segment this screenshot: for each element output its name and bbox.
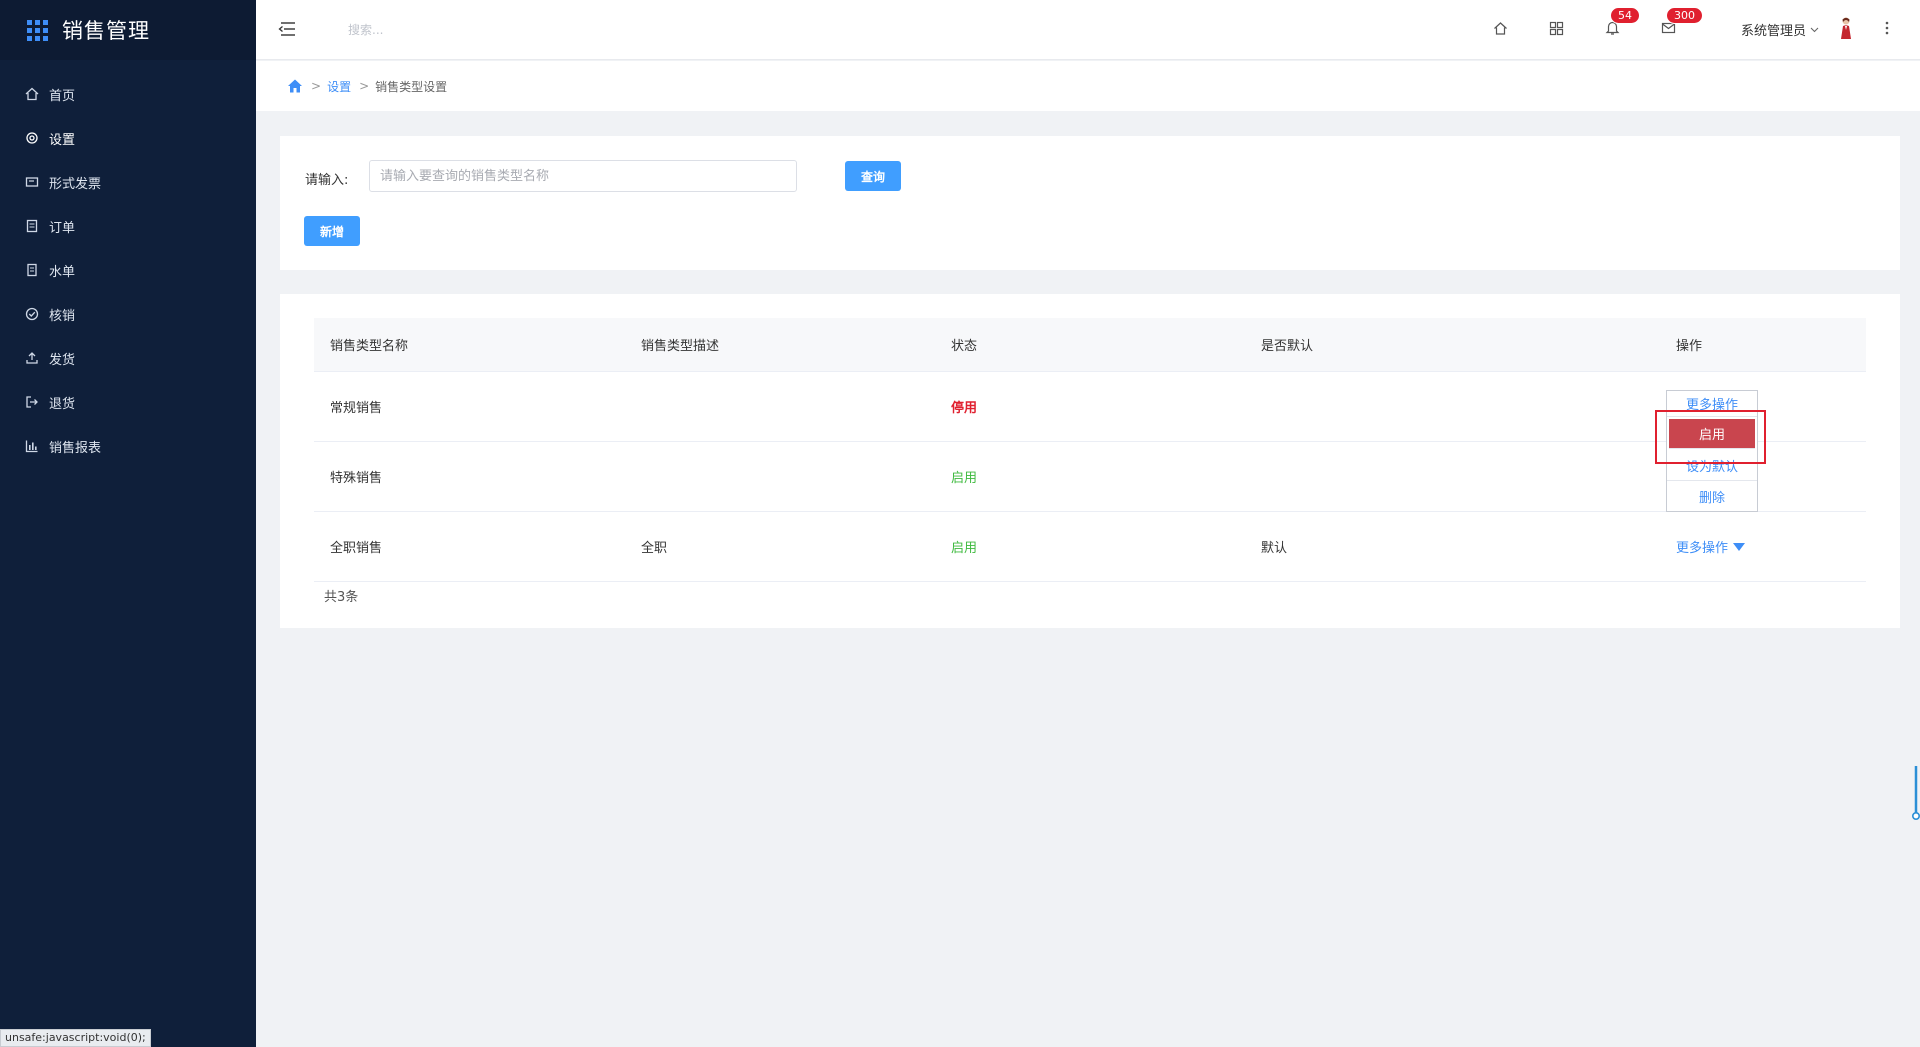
sidebar: 销售管理 首页 设置 形式发票 订单 水单 核销 发货 退货 销售报表 unsa… xyxy=(0,0,256,1047)
home-icon[interactable] xyxy=(1490,18,1510,38)
set-default-menu-item[interactable]: 设为默认 xyxy=(1667,451,1757,481)
app-grid-icon xyxy=(27,19,48,41)
brand: 销售管理 xyxy=(0,0,256,60)
query-label: 请输入: xyxy=(305,173,349,188)
sidebar-item-return[interactable]: 退货 xyxy=(0,380,256,424)
add-button[interactable]: 新增 xyxy=(304,216,360,246)
breadcrumb-current: 销售类型设置 xyxy=(375,79,448,94)
notification-badge: 54 xyxy=(1610,7,1640,24)
status-badge: 停用 xyxy=(951,401,978,416)
top-header: 搜索... 54 300 系统管理员 xyxy=(256,0,1920,60)
cell-name: 特殊销售 xyxy=(330,471,383,486)
status-badge: 启用 xyxy=(951,541,978,556)
sidebar-menu: 首页 设置 形式发票 订单 水单 核销 发货 退货 销售报表 xyxy=(0,72,256,468)
sidebar-item-label: 退货 xyxy=(49,396,76,412)
caret-down-icon xyxy=(1733,542,1746,551)
enable-menu-item[interactable]: 启用 xyxy=(1669,419,1755,449)
avatar[interactable] xyxy=(1838,16,1854,40)
sidebar-item-label: 销售报表 xyxy=(49,440,102,456)
sidebar-item-label: 订单 xyxy=(49,220,76,236)
column-header-actions: 操作 xyxy=(1676,339,1703,354)
sidebar-item-order[interactable]: 订单 xyxy=(0,204,256,248)
home-icon[interactable] xyxy=(287,78,303,94)
breadcrumb-separator: > xyxy=(311,79,322,93)
query-button[interactable]: 查询 xyxy=(845,161,901,191)
table-header: 销售类型名称 销售类型描述 状态 是否默认 操作 xyxy=(314,318,1866,372)
cell-name: 常规销售 xyxy=(330,401,383,416)
sidebar-item-shipping[interactable]: 发货 xyxy=(0,336,256,380)
sidebar-item-label: 核销 xyxy=(49,308,76,324)
menu-toggle-icon[interactable] xyxy=(278,20,296,38)
user-menu[interactable]: 系统管理员 xyxy=(1741,20,1819,39)
receipt-icon xyxy=(24,263,39,278)
sidebar-item-invoice[interactable]: 形式发票 xyxy=(0,160,256,204)
return-icon xyxy=(24,395,39,410)
cell-name: 全职销售 xyxy=(330,541,383,556)
more-actions-label: 更多操作 xyxy=(1676,541,1729,556)
upload-icon xyxy=(24,351,39,366)
apps-icon[interactable] xyxy=(1546,18,1566,38)
message-badge: 300 xyxy=(1666,7,1703,24)
status-bar-tooltip: unsafe:javascript:void(0); xyxy=(0,1029,151,1047)
table-row: 常规销售 停用 xyxy=(314,372,1866,442)
gear-icon xyxy=(24,131,39,146)
sidebar-item-label: 设置 xyxy=(49,132,76,148)
breadcrumb: > 设置 > 销售类型设置 xyxy=(256,61,1920,111)
sidebar-item-label: 形式发票 xyxy=(49,176,102,192)
sidebar-item-settings[interactable]: 设置 xyxy=(0,116,256,160)
column-header-description: 销售类型描述 xyxy=(641,339,720,354)
more-vertical-icon[interactable] xyxy=(1884,19,1890,37)
sales-type-table: 销售类型名称 销售类型描述 状态 是否默认 操作 常规销售 停用 特殊销售 启用… xyxy=(314,318,1866,582)
sidebar-item-label: 发货 xyxy=(49,352,76,368)
sales-type-search-input[interactable] xyxy=(369,160,797,192)
cell-default: 默认 xyxy=(1261,541,1288,556)
home-icon xyxy=(24,87,39,102)
scroll-handle[interactable] xyxy=(1911,764,1920,822)
order-icon xyxy=(24,219,39,234)
more-actions-dropdown: 更多操作 启用 设为默认 删除 xyxy=(1666,390,1758,512)
more-actions-button[interactable]: 更多操作 xyxy=(1676,537,1746,556)
delete-menu-item[interactable]: 删除 xyxy=(1667,481,1757,511)
table-panel: 销售类型名称 销售类型描述 状态 是否默认 操作 常规销售 停用 特殊销售 启用… xyxy=(280,294,1900,628)
table-row: 全职销售 全职 启用 默认 更多操作 xyxy=(314,512,1866,582)
table-total: 共3条 xyxy=(324,590,359,605)
search-input[interactable]: 搜索... xyxy=(348,21,383,38)
status-badge: 启用 xyxy=(951,471,978,486)
message-icon[interactable]: 300 xyxy=(1658,7,1703,38)
check-circle-icon xyxy=(24,307,39,322)
invoice-icon xyxy=(24,175,39,190)
breadcrumb-settings-link[interactable]: 设置 xyxy=(327,78,351,95)
sidebar-item-label: 水单 xyxy=(49,264,76,280)
notification-bell-icon[interactable]: 54 xyxy=(1602,7,1640,38)
user-name: 系统管理员 xyxy=(1741,24,1807,39)
sidebar-item-label: 首页 xyxy=(49,88,76,104)
column-header-name: 销售类型名称 xyxy=(330,339,409,354)
chevron-down-icon xyxy=(1810,27,1819,33)
cell-description: 全职 xyxy=(641,541,668,556)
app-title: 销售管理 xyxy=(62,19,150,43)
sidebar-item-home[interactable]: 首页 xyxy=(0,72,256,116)
column-header-default: 是否默认 xyxy=(1261,339,1314,354)
query-panel: 请输入: 查询 新增 xyxy=(280,136,1900,270)
breadcrumb-separator: > xyxy=(359,79,370,93)
sidebar-item-writeoff[interactable]: 核销 xyxy=(0,292,256,336)
column-header-status: 状态 xyxy=(951,339,978,354)
bar-chart-icon xyxy=(24,439,39,454)
sidebar-item-sales-report[interactable]: 销售报表 xyxy=(0,424,256,468)
sidebar-item-receipt[interactable]: 水单 xyxy=(0,248,256,292)
table-row: 特殊销售 启用 xyxy=(314,442,1866,512)
more-actions-button[interactable]: 更多操作 xyxy=(1667,391,1757,417)
